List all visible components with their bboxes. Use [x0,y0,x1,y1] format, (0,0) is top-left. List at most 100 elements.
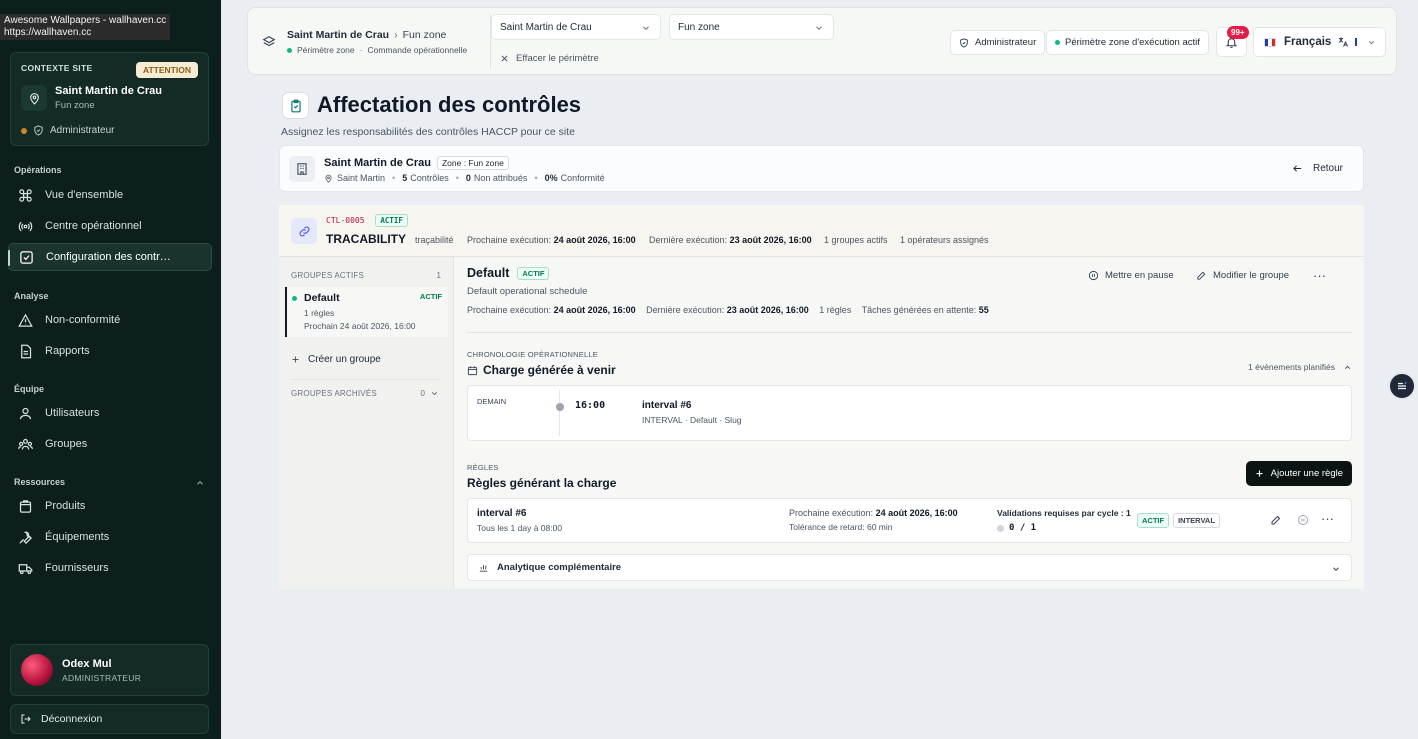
sidebar-item-overview[interactable]: Vue d'ensemble [8,181,212,209]
site-context-card[interactable]: CONTEXTE SITE ATTENTION Saint Martin de … [10,52,209,146]
pause-group-button[interactable]: Mettre en pause [1088,270,1174,281]
edit-group-button[interactable]: Modifier le groupe [1196,270,1289,281]
flag-marker-icon [1355,38,1358,46]
chevron-up-icon[interactable] [195,478,205,488]
breadcrumb-zone[interactable]: Fun zone [403,29,447,41]
rule-row[interactable]: interval #6 Tous les 1 day à 08:00 Proch… [467,498,1352,543]
floating-menu-button[interactable] [1388,372,1416,400]
zone-select[interactable]: Fun zone [669,14,834,40]
pause-label: Mettre en pause [1105,270,1174,281]
sidebar-item-suppliers[interactable]: Fournisseurs [8,554,212,582]
back-button[interactable]: Retour [1292,163,1343,174]
group-detail-name: Default [467,266,510,280]
rule-next-label: Prochaine exécution: [789,508,874,518]
command-icon [19,188,32,202]
notification-count-badge: 99+ [1227,26,1249,39]
role-label: Administrateur [50,125,115,136]
checkbox-icon [20,250,33,264]
sidebar-item-label: Fournisseurs [45,562,109,574]
more-options-icon[interactable]: ··· [1321,511,1334,526]
flag-fr-icon [1264,37,1276,47]
archived-groups-count: 0 [420,389,425,398]
timeline-event-name[interactable]: interval #6 [642,400,691,411]
site-summary-bar: Saint Martin de Crau Zone : Fun zone Sai… [279,145,1364,192]
clear-scope-button[interactable]: Effacer le périmètre [500,53,599,64]
next-run-value: 24 août 2026, 16:00 [553,235,636,245]
sidebar-item-nonconformity[interactable]: Non-conformité [8,306,212,334]
active-groups-count: 1 groupes actifs [824,235,888,245]
user-role: ADMINISTRATEUR [62,672,142,683]
user-name: Odex Mul [62,657,112,670]
site-select[interactable]: Saint Martin de Crau [491,14,661,40]
pencil-icon[interactable] [1270,514,1282,526]
zone-tag: Zone : Fun zone [436,156,509,170]
tooltip-url: https://wallhaven.cc [4,27,92,38]
last-run-label: Dernière exécution: [646,305,725,315]
document-icon [21,344,32,358]
chevron-down-icon[interactable] [430,389,439,398]
analytics-label: Analytique complémentaire [497,562,622,573]
shield-icon [34,125,43,136]
group-next-run: Prochain 24 août 2026, 16:00 [304,321,416,331]
logout-button[interactable]: Déconnexion [10,704,209,734]
controls-label: Contrôles [410,173,449,183]
sidebar-item-reports[interactable]: Rapports [8,337,212,365]
translate-icon [1339,37,1349,47]
sidebar-item-groups[interactable]: Groupes [8,430,212,458]
create-group-button[interactable]: Créer un groupe [291,354,381,365]
edit-group-label: Modifier le groupe [1213,270,1290,281]
logout-label: Déconnexion [41,713,103,725]
warning-icon [18,313,33,327]
archived-groups-toggle[interactable]: GROUPES ARCHIVÉS [291,389,377,398]
control-name: TRACABILITY [326,232,406,246]
sidebar-item-equipment[interactable]: Équipements [8,523,212,551]
rule-tags: ACTIF INTERVAL [1137,513,1220,528]
menu-icon [1398,382,1407,390]
group-item-default[interactable]: Default ACTIF 1 règles Prochain 24 août … [285,287,448,337]
logout-icon [21,714,31,724]
role-pill-label: Administrateur [975,37,1037,48]
events-count-toggle[interactable]: 1 événements planifiés [1248,362,1352,372]
rule-tolerance: Tolérance de retard: 60 min [789,522,893,532]
breadcrumb: Saint Martin de Crau › Fun zone [287,29,447,41]
pause-icon [1088,270,1099,281]
sidebar-item-config[interactable]: Configuration des contr… [8,243,212,271]
sidebar-item-ops-center[interactable]: Centre opérationnel [8,212,212,240]
pause-icon[interactable] [1297,514,1309,526]
building-icon [289,156,315,182]
rule-status-badge: ACTIF [1137,513,1170,528]
sidebar-item-products[interactable]: Produits [8,492,212,520]
sidebar-item-users[interactable]: Utilisateurs [8,399,212,427]
chevron-down-icon [643,26,649,30]
control-last-run: Dernière exécution: 23 août 2026, 16:00 [649,235,812,245]
sidebar-item-label: Rapports [45,345,90,357]
add-rule-button[interactable]: Ajouter une règle [1245,461,1352,486]
pending-tasks-label: Tâches générées en attente: [861,305,977,315]
group-name: Default [304,292,340,304]
bar-chart-icon [479,565,488,572]
groups-list: GROUPES ACTIFS 1 Default ACTIF 1 règles … [279,257,454,589]
status-dot [292,296,297,301]
site-name: Saint Martin de Crau [55,85,162,97]
next-run-value: 24 août 2026, 16:00 [553,305,636,315]
control-category: traçabilité [415,235,454,245]
analytics-toggle[interactable]: Analytique complémentaire [467,554,1352,581]
breadcrumb-site[interactable]: Saint Martin de Crau [287,29,389,41]
rule-progress-value: 0 / 1 [1009,523,1037,533]
wrench-icon [19,531,32,544]
control-code-row: CTL-0005 ACTIF [326,214,408,227]
clipboard-check-icon [282,92,309,119]
site-location: Saint Martin [337,173,386,183]
map-pin-icon [21,85,47,111]
active-groups-count: 1 [436,271,441,280]
page-subtitle: Assignez les responsabilités des contrôl… [281,126,575,138]
more-options-icon[interactable]: ··· [1313,268,1326,283]
rule-progress: 0 / 1 [997,523,1036,533]
browser-tooltip: Awesome Wallpapers - wallhaven.cc https:… [0,14,171,40]
user-card[interactable]: Odex Mul ADMINISTRATEUR [10,644,209,696]
rules-title: Règles générant la charge [467,476,617,490]
last-run-label: Dernière exécution: [649,235,728,245]
shield-icon [960,37,968,48]
control-status-badge: ACTIF [375,214,408,227]
language-select[interactable]: Français [1253,27,1386,57]
